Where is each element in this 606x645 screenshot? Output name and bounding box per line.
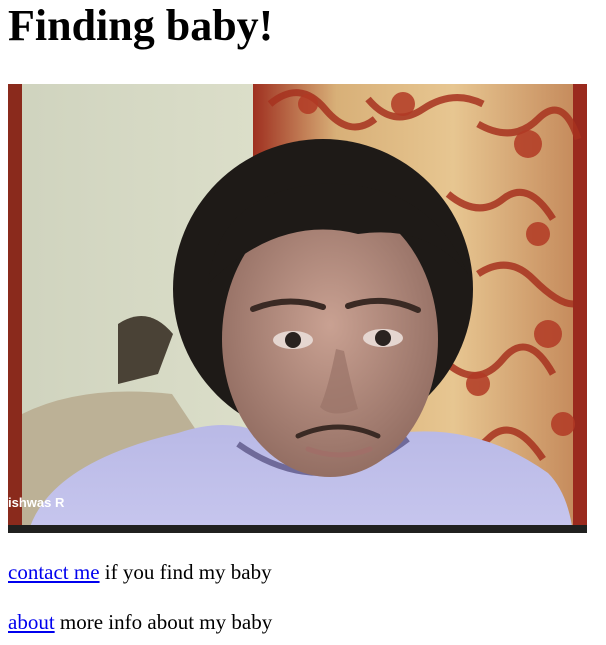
contact-line: contact me if you find my baby — [8, 559, 272, 585]
contact-line-text: if you find my baby — [99, 560, 272, 584]
baby-photo: ishwas R — [8, 84, 587, 533]
about-link[interactable]: about — [8, 610, 55, 634]
contact-me-link[interactable]: contact me — [8, 560, 100, 584]
camera-name-tag: ishwas R — [8, 495, 65, 510]
page-title: Finding baby! — [8, 1, 274, 50]
about-line: about more info about my baby — [8, 609, 272, 635]
about-line-text: more info about my baby — [54, 610, 273, 634]
